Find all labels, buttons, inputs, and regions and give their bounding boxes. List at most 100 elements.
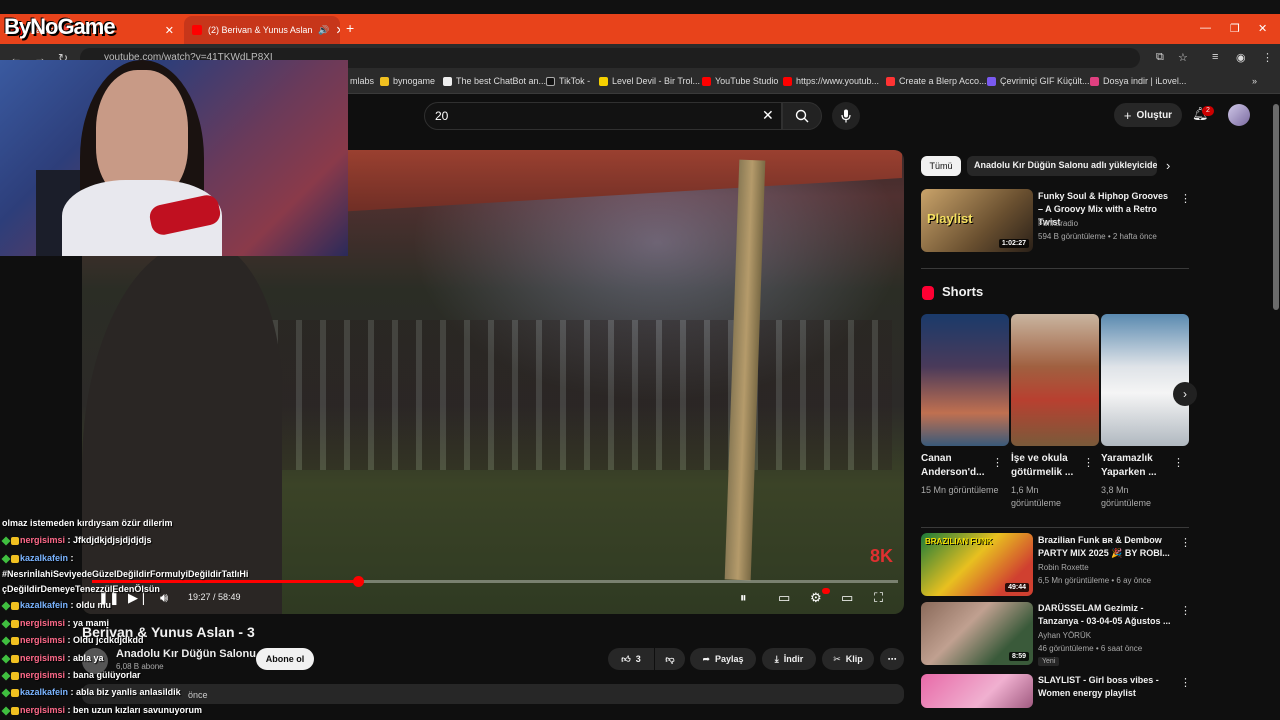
bookmark-item[interactable]: Level Devil - Bir Trol...: [599, 76, 700, 86]
account-avatar[interactable]: [1228, 104, 1250, 126]
related-video-meta: 46 görüntüleme • 6 saat önce: [1038, 644, 1143, 653]
related-video-channel[interactable]: Funkaradio: [1038, 218, 1078, 230]
search-input[interactable]: 20: [424, 102, 782, 130]
maximize-icon[interactable]: ❐: [1230, 22, 1240, 35]
scrollbar-thumb[interactable]: [1273, 104, 1279, 310]
short-thumbnail[interactable]: [921, 314, 1009, 446]
minimize-icon[interactable]: —: [1200, 22, 1211, 34]
bookmark-item[interactable]: https://www.youtub...: [783, 76, 879, 86]
microphone-icon: [841, 109, 851, 123]
more-vertical-icon[interactable]: ⋮: [1173, 456, 1184, 469]
shorts-next-button[interactable]: ›: [1173, 382, 1197, 406]
related-video-thumbnail[interactable]: [921, 674, 1033, 708]
chat-message: kazalkafein : oldu mu: [1, 600, 111, 611]
short-thumbnail[interactable]: [1101, 314, 1189, 446]
bookmark-star-icon[interactable]: ☆: [1178, 51, 1188, 64]
related-video-channel[interactable]: Ayhan YÖRÜK: [1038, 630, 1091, 642]
media-control-icon[interactable]: ≡: [1212, 51, 1218, 63]
related-video-title[interactable]: SLAYLIST - Girl boss vibes - Women energ…: [1038, 674, 1174, 700]
more-vertical-icon[interactable]: ⋮: [1180, 604, 1191, 617]
youtube-favicon-icon: [192, 25, 202, 35]
close-tab-icon[interactable]: ✕: [165, 24, 174, 37]
youtube-favicon-icon: [702, 76, 711, 86]
dislike-button[interactable]: 👎︎: [655, 648, 685, 670]
bookmark-item[interactable]: TikTok -: [546, 76, 590, 86]
more-vertical-icon[interactable]: ⋮: [992, 456, 1003, 469]
chat-message: nergisimsi : ben uzun kızları savunuyoru…: [1, 705, 202, 716]
clear-search-icon[interactable]: ✕: [762, 107, 774, 124]
clip-button[interactable]: ✂ Klip: [822, 648, 874, 670]
create-label: Oluştur: [1136, 109, 1173, 121]
chip-all[interactable]: Tümü: [921, 156, 961, 176]
bookmark-item[interactable]: Dosya indir | iLovel...: [1090, 76, 1186, 86]
chat-username: nergisimsi: [20, 635, 66, 645]
short-views: 3,8 Mn görüntüleme: [1101, 485, 1152, 508]
related-video-thumbnail[interactable]: 8:59: [921, 602, 1033, 665]
more-vertical-icon[interactable]: ⋮: [1180, 536, 1191, 549]
chat-username: nergisimsi: [20, 653, 66, 663]
video-duration: 8:59: [1008, 652, 1029, 661]
fullscreen-icon[interactable]: ⛶: [874, 590, 883, 606]
subscribe-button[interactable]: Abone ol: [256, 648, 314, 670]
download-icon: ⤓: [774, 653, 779, 664]
download-button[interactable]: ⤓ İndir: [762, 648, 816, 670]
more-vertical-icon[interactable]: ⋮: [1180, 192, 1191, 205]
related-video-meta: 6,5 Mn görüntüleme • 6 ay önce: [1038, 576, 1152, 585]
bookmark-item[interactable]: mlabs: [350, 76, 374, 86]
short-views: 15 Mn görüntüleme: [921, 485, 999, 495]
tab-current-video[interactable]: (2) Berivan & Yunus Aslan 🔊 ✕: [184, 16, 340, 44]
subtitles-icon[interactable]: ▭: [778, 590, 790, 606]
progress-bar[interactable]: [92, 576, 898, 587]
youtube-favicon-icon: [783, 76, 792, 86]
volume-icon[interactable]: 🔊︎: [160, 590, 168, 606]
related-video-thumbnail[interactable]: BRAZILIAN FUNK 49:44: [921, 533, 1033, 596]
short-title[interactable]: Yaramazlık Yaparken ...: [1101, 452, 1171, 480]
bookmark-item[interactable]: Create a Blerp Acco...: [886, 76, 987, 86]
share-button[interactable]: ➦ Paylaş: [690, 648, 756, 670]
bookmark-favicon-icon: [380, 76, 389, 86]
more-vertical-icon[interactable]: ⋮: [1180, 676, 1191, 689]
chat-username: kazalkafein: [20, 553, 69, 563]
chat-badge-icon: [11, 536, 19, 545]
autoplay-toggle[interactable]: ⏸︎: [740, 590, 747, 606]
chip-from-uploader[interactable]: Anadolu Kır Düğün Salonu adlı yükleyicid…: [967, 156, 1157, 176]
chat-badge-icon: [11, 554, 19, 563]
bookmark-item[interactable]: The best ChatBot an...: [443, 76, 546, 86]
new-tab-button[interactable]: +: [346, 20, 354, 36]
clip-label: Klip: [845, 654, 863, 664]
close-tab-icon[interactable]: ✕: [336, 24, 340, 37]
related-video-title[interactable]: DARÜSSELAM Gezimiz - Tanzanya - 03-04-05…: [1038, 602, 1174, 628]
short-title[interactable]: İşe ve okula götürmelik ...: [1011, 452, 1081, 480]
chat-badge-icon: [11, 706, 19, 715]
more-bookmarks-icon[interactable]: »: [1252, 76, 1257, 86]
close-window-icon[interactable]: ✕: [1258, 22, 1267, 35]
bookmark-item[interactable]: bynogame: [380, 76, 435, 86]
bookmark-item[interactable]: Çevrimiçi GIF Küçült...: [987, 76, 1090, 86]
cast-icon[interactable]: ⧉: [1156, 51, 1164, 64]
chat-username: nergisimsi: [20, 670, 66, 680]
bookmark-item[interactable]: YouTube Studio: [702, 76, 778, 86]
browser-menu-icon[interactable]: ⋮: [1262, 51, 1273, 64]
profile-icon[interactable]: ◉: [1236, 51, 1246, 64]
channel-name[interactable]: Anadolu Kır Düğün Salonu: [116, 648, 256, 660]
more-vertical-icon[interactable]: ⋮: [1083, 456, 1094, 469]
search-button[interactable]: [782, 102, 822, 130]
voice-search-button[interactable]: [832, 102, 860, 130]
speaker-icon[interactable]: 🔊: [318, 25, 329, 36]
theater-mode-icon[interactable]: ▭: [841, 590, 853, 606]
related-video-channel[interactable]: Robin Roxette: [1038, 562, 1089, 574]
chat-text: : Oldu jcdkdjdkdd: [65, 635, 144, 645]
short-thumbnail[interactable]: [1011, 314, 1099, 446]
related-video-thumbnail[interactable]: Playlist 1:02:27: [921, 189, 1033, 252]
thumbnail-caption: BRAZILIAN FUNK: [925, 537, 993, 546]
chevron-right-icon[interactable]: ›: [1166, 158, 1170, 173]
more-actions-button[interactable]: ⋯: [880, 648, 904, 670]
like-button[interactable]: 👍︎ 3: [608, 648, 654, 670]
settings-gear-icon[interactable]: ⚙: [810, 590, 822, 606]
streamer-webcam: [0, 60, 348, 256]
create-button[interactable]: + Oluştur: [1114, 103, 1182, 127]
chat-badge-icon: [11, 654, 19, 663]
chat-text: : abla biz yanlis anlasildik: [68, 687, 181, 697]
short-title[interactable]: Canan Anderson'd...: [921, 452, 991, 480]
related-video-title[interactable]: Brazilian Funk ʙʀ & Dembow PARTY MIX 202…: [1038, 534, 1174, 560]
